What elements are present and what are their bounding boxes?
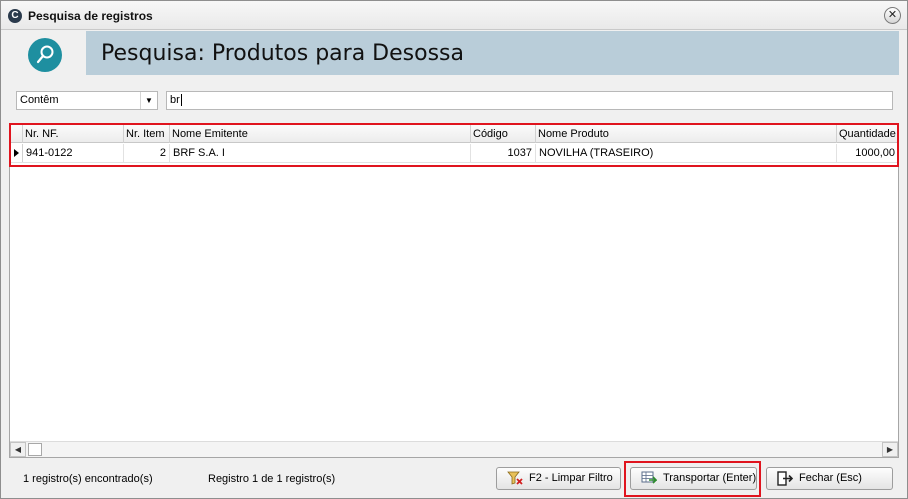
column-header-quantidade[interactable]: Quantidade — [837, 125, 898, 143]
app-logo-icon: C — [8, 9, 22, 23]
current-row-arrow-icon — [14, 149, 19, 157]
transport-button[interactable]: Transportar (Enter) — [630, 467, 757, 490]
funnel-clear-icon — [507, 471, 523, 486]
row-indicator — [10, 144, 23, 162]
results-grid[interactable]: Nr. NF. Nr. Item Nome Emitente Código No… — [9, 124, 899, 458]
title-bar: C Pesquisa de registros ✕ — [1, 1, 907, 30]
transport-grid-icon — [641, 471, 658, 486]
row-indicator-header — [10, 125, 23, 143]
column-header-nr-nf[interactable]: Nr. NF. — [23, 125, 124, 143]
scroll-left-icon[interactable]: ◀ — [10, 442, 26, 457]
header-banner: Pesquisa: Produtos para Desossa — [86, 31, 899, 75]
search-icon — [28, 38, 62, 72]
cell-nr-item[interactable]: 2 — [124, 144, 170, 163]
cell-nome-emitente[interactable]: BRF S.A. I — [170, 144, 471, 163]
exit-door-icon — [777, 471, 794, 486]
cell-codigo[interactable]: 1037 — [471, 144, 536, 163]
page-title: Pesquisa: Produtos para Desossa — [101, 41, 464, 66]
filter-operator-value: Contêm — [20, 94, 59, 106]
clear-filter-label: F2 - Limpar Filtro — [529, 472, 613, 484]
cell-nome-produto[interactable]: NOVILHA (TRASEIRO) — [536, 144, 837, 163]
column-header-codigo[interactable]: Código — [471, 125, 536, 143]
chevron-down-icon[interactable]: ▼ — [140, 92, 157, 109]
cell-nr-nf[interactable]: 941-0122 — [23, 144, 124, 163]
transport-label: Transportar (Enter) — [663, 472, 757, 484]
column-header-nome-emitente[interactable]: Nome Emitente — [170, 125, 471, 143]
scrollbar-thumb[interactable] — [28, 443, 42, 456]
scroll-right-icon[interactable]: ▶ — [882, 442, 898, 457]
clear-filter-button[interactable]: F2 - Limpar Filtro — [496, 467, 621, 490]
close-label: Fechar (Esc) — [799, 472, 862, 484]
cell-quantidade[interactable]: 1000,00 — [837, 144, 898, 163]
search-input[interactable]: br — [166, 91, 893, 110]
column-header-nome-produto[interactable]: Nome Produto — [536, 125, 837, 143]
grid-header: Nr. NF. Nr. Item Nome Emitente Código No… — [10, 125, 898, 143]
table-row[interactable]: 941-0122 2 BRF S.A. I 1037 NOVILHA (TRAS… — [10, 144, 898, 163]
close-window-button[interactable]: ✕ — [884, 7, 901, 24]
window-title: Pesquisa de registros — [28, 9, 153, 23]
header-icon-area — [9, 31, 86, 75]
record-position-status: Registro 1 de 1 registro(s) — [208, 473, 336, 485]
filter-operator-select[interactable]: Contêm ▼ — [16, 91, 158, 110]
records-found-status: 1 registro(s) encontrado(s) — [23, 473, 153, 485]
column-header-nr-item[interactable]: Nr. Item — [124, 125, 170, 143]
search-input-value: br — [170, 94, 180, 106]
horizontal-scrollbar[interactable]: ◀ ▶ — [10, 441, 898, 457]
text-caret — [180, 94, 182, 107]
search-dialog: C Pesquisa de registros ✕ Pesquisa: Prod… — [0, 0, 908, 499]
close-button[interactable]: Fechar (Esc) — [766, 467, 893, 490]
